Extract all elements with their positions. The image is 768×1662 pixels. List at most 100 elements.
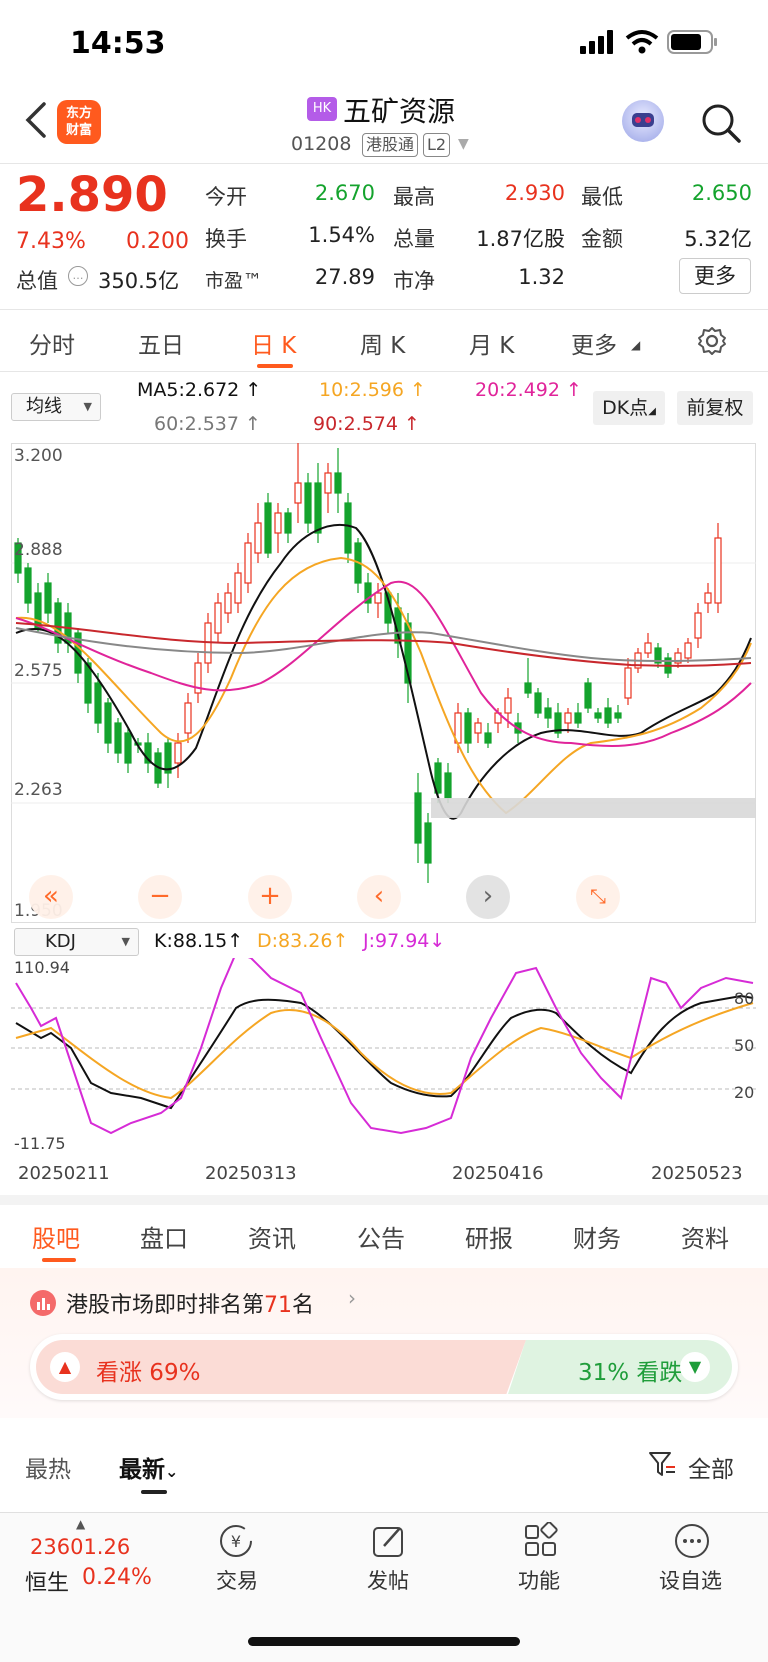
- tab-weekly-k[interactable]: 周 K: [360, 326, 405, 360]
- info-icon[interactable]: …: [68, 266, 88, 286]
- candle-body: [704, 592, 712, 604]
- candle-body: [544, 707, 552, 719]
- price-axis-top: 3.200: [14, 446, 63, 466]
- tab-monthly-k[interactable]: 月 K: [469, 326, 514, 360]
- bullish-button[interactable]: ▲ 看涨 69%: [36, 1340, 526, 1394]
- dk-point-button[interactable]: DK点◢: [593, 391, 665, 425]
- app-logo: 东方 财富: [57, 100, 101, 144]
- search-icon[interactable]: [700, 102, 742, 144]
- signal-icon: [580, 30, 613, 54]
- chevron-right-icon[interactable]: ›: [466, 875, 510, 919]
- candlestick-chart[interactable]: [11, 443, 756, 923]
- svg-text:¥: ¥: [231, 1532, 241, 1551]
- trade-icon[interactable]: ¥: [217, 1522, 255, 1560]
- assistant-robot-icon[interactable]: [622, 100, 664, 142]
- feed-tab-hottest[interactable]: 最热: [25, 1450, 71, 1484]
- candle-body: [234, 572, 242, 604]
- more-dots-icon[interactable]: [673, 1522, 711, 1560]
- tab-intraday[interactable]: 分时: [29, 326, 75, 360]
- candle-body: [44, 582, 52, 614]
- candle-body: [344, 502, 352, 554]
- zoom-out-icon[interactable]: −: [138, 875, 182, 919]
- divider: [0, 371, 768, 372]
- tab-financials[interactable]: 财务: [573, 1219, 621, 1254]
- pb-label: 市净: [393, 269, 435, 293]
- feed-tab-latest[interactable]: 最新⌄: [119, 1450, 178, 1484]
- stock-code: 01208: [291, 133, 352, 155]
- candle-body: [334, 472, 342, 494]
- candle-body: [524, 682, 532, 694]
- nav-functions[interactable]: 功能: [518, 1565, 560, 1595]
- indicator-selector-label: 均线: [26, 396, 62, 417]
- bearish-label: 31% 看跌: [578, 1360, 683, 1386]
- candle-body: [564, 712, 572, 724]
- caret-up-icon: ▲: [76, 1517, 86, 1531]
- candle-body: [284, 512, 292, 534]
- candle-body: [424, 822, 432, 864]
- market-ranking[interactable]: 港股市场即时排名第71名: [66, 1287, 314, 1319]
- kdj-d-label: D:83.26↑: [257, 930, 349, 952]
- bearish-button[interactable]: 31% 看跌 ▼: [508, 1340, 732, 1394]
- tab-order-book[interactable]: 盘口: [140, 1219, 188, 1254]
- wifi-icon: [625, 30, 659, 54]
- candle-body: [684, 642, 692, 659]
- tab-daily-k[interactable]: 日 K: [251, 326, 296, 360]
- ma5-label: MA5:2.672 ↑: [137, 379, 262, 401]
- back-icon[interactable]: [22, 100, 48, 140]
- candle-body: [624, 667, 632, 699]
- candle-body: [304, 482, 312, 524]
- candle-body: [534, 692, 542, 714]
- candle-body: [594, 712, 602, 719]
- index-name[interactable]: 恒生: [25, 1565, 69, 1597]
- dropdown-caret-icon: ▼: [121, 935, 130, 948]
- chevron-right-icon[interactable]: ›: [348, 1286, 356, 1310]
- nav-add-watchlist[interactable]: 设自选: [659, 1565, 722, 1595]
- chevron-left-icon[interactable]: ‹: [357, 875, 401, 919]
- stock-name[interactable]: 五矿资源: [343, 90, 455, 130]
- price-axis-4: 2.263: [14, 780, 63, 800]
- candle-body: [254, 522, 262, 554]
- more-quote-button[interactable]: 更多: [679, 258, 751, 294]
- functions-icon[interactable]: [522, 1522, 560, 1560]
- index-value[interactable]: 23601.26: [30, 1535, 130, 1559]
- post-icon[interactable]: [370, 1522, 408, 1560]
- tab-underline: [141, 1490, 167, 1494]
- fullscreen-icon[interactable]: ⤡: [576, 875, 620, 919]
- chevron-down-icon[interactable]: ▼: [458, 136, 469, 152]
- settings-icon[interactable]: [697, 326, 727, 356]
- low-label: 最低: [581, 185, 623, 209]
- scroll-start-icon[interactable]: «: [29, 875, 73, 919]
- tab-forum[interactable]: 股吧: [32, 1219, 80, 1254]
- nav-trade[interactable]: 交易: [216, 1565, 258, 1595]
- high-value: 2.930: [504, 181, 565, 205]
- date-label: 20250416: [452, 1163, 544, 1184]
- tab-five-day[interactable]: 五日: [138, 326, 184, 360]
- tab-more-periods[interactable]: 更多: [571, 326, 617, 360]
- candle-body: [104, 702, 112, 744]
- nav-post[interactable]: 发帖: [367, 1565, 409, 1595]
- candle-body: [324, 472, 332, 494]
- kdj-chart[interactable]: [11, 958, 756, 1158]
- date-label: 20250523: [651, 1163, 743, 1184]
- price-axis-3: 2.575: [14, 661, 63, 681]
- index-change[interactable]: 0.24%: [82, 1565, 152, 1590]
- candle-body: [464, 712, 472, 744]
- filter-icon[interactable]: [648, 1450, 676, 1478]
- zoom-in-icon[interactable]: +: [248, 875, 292, 919]
- forward-adjust-button[interactable]: 前复权: [677, 391, 753, 425]
- tab-research[interactable]: 研报: [465, 1219, 513, 1254]
- filter-label[interactable]: 全部: [688, 1450, 734, 1484]
- tab-profile[interactable]: 资料: [681, 1219, 729, 1254]
- tab-news[interactable]: 资讯: [248, 1219, 296, 1254]
- turnover-value: 1.54%: [308, 223, 375, 247]
- candle-body: [574, 712, 582, 724]
- ranking-chart-icon: [30, 1290, 56, 1316]
- status-time: 14:53: [70, 26, 166, 61]
- kdj-axis-top: 110.94: [14, 958, 70, 977]
- market-cap-label: 总值: [16, 269, 58, 293]
- indicator-selector[interactable]: 均线 ▼: [11, 393, 101, 421]
- sentiment-bar: ▲ 看涨 69% 31% 看跌 ▼: [30, 1334, 738, 1400]
- tab-announcements[interactable]: 公告: [357, 1219, 405, 1254]
- more-caret-icon: ◢: [631, 338, 641, 352]
- sub-indicator-selector[interactable]: KDJ ▼: [14, 928, 139, 956]
